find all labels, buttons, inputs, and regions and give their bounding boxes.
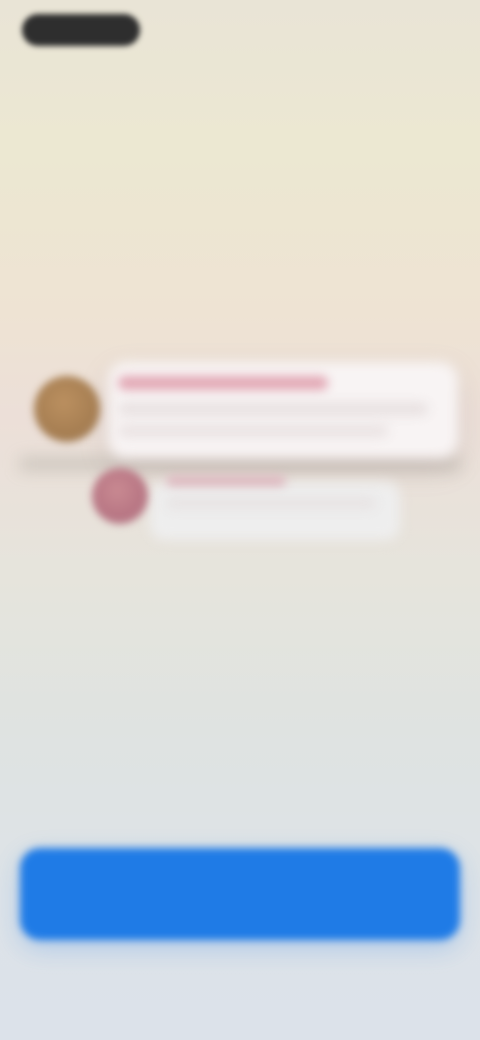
notification-text-line — [118, 404, 428, 414]
intro-title — [0, 622, 480, 674]
primary-action-button[interactable] — [20, 848, 460, 940]
status-time-pill — [22, 14, 140, 46]
status-bar — [0, 0, 480, 60]
notification-title-secondary — [166, 476, 286, 486]
notification-title — [118, 376, 328, 390]
notification-illustration — [0, 350, 480, 550]
notification-avatar — [34, 376, 100, 442]
notification-avatar-secondary — [92, 468, 148, 524]
notification-card-secondary — [150, 482, 400, 540]
intro-subtitle — [36, 688, 444, 788]
notification-text-line — [118, 426, 388, 436]
notification-text-line-secondary — [166, 498, 376, 508]
notification-shadow — [20, 458, 460, 470]
status-indicators — [384, 20, 440, 38]
